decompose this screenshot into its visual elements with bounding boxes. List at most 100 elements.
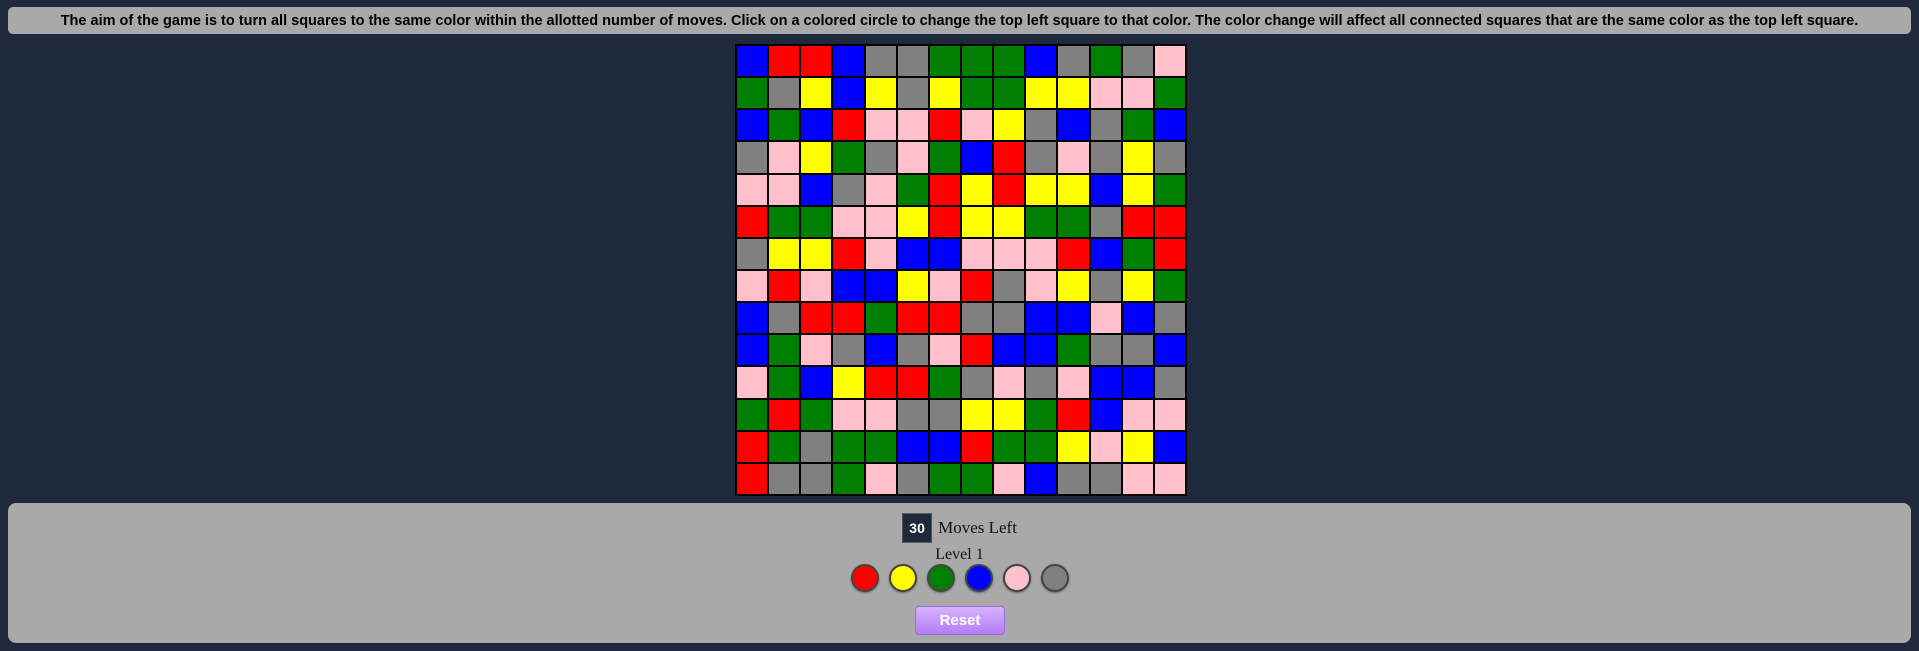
board-cell	[896, 109, 929, 142]
board-cell	[1057, 302, 1090, 335]
board-cell	[1121, 366, 1154, 399]
board-cell	[1121, 237, 1154, 270]
board-cell	[960, 430, 994, 463]
board-cell	[993, 205, 1026, 238]
board-cell	[1089, 237, 1122, 270]
board-cell	[896, 269, 929, 303]
board-cell	[864, 237, 897, 270]
board-cell	[800, 205, 833, 238]
board-cell	[928, 77, 961, 110]
board-cell	[928, 269, 961, 303]
board-cell	[832, 237, 865, 270]
board-cell	[1121, 45, 1154, 78]
board-cell	[960, 462, 994, 495]
board-cell	[993, 109, 1026, 142]
board-cell	[1153, 141, 1186, 174]
board-cell	[1121, 430, 1154, 463]
board-cell	[736, 173, 769, 206]
board-cell	[993, 237, 1026, 270]
board-cell	[832, 45, 865, 78]
board-cell	[896, 334, 929, 367]
board-cell	[1089, 269, 1122, 303]
board-cell	[1025, 430, 1058, 463]
board-cell	[993, 173, 1026, 206]
board-cell	[832, 366, 865, 399]
board-cell	[928, 173, 961, 206]
board-cell	[864, 77, 897, 110]
board-cell	[1057, 173, 1090, 206]
board-cell	[864, 205, 897, 238]
board-cell	[896, 205, 929, 238]
board-cell	[1025, 45, 1058, 78]
board-cell	[736, 237, 769, 270]
board-cell	[1153, 173, 1186, 206]
board-cell	[896, 141, 929, 174]
board-cell	[928, 462, 961, 495]
board-cell	[960, 77, 994, 110]
board-cell	[832, 269, 865, 303]
board-cell	[1089, 45, 1122, 78]
board-cell	[1025, 334, 1058, 367]
board-cell	[768, 398, 801, 431]
board-cell	[736, 334, 769, 367]
board-cell	[928, 302, 961, 335]
instructions-text: The aim of the game is to turn all squar…	[60, 12, 1859, 29]
board-cell	[768, 77, 801, 110]
moves-label: Moves Left	[938, 518, 1017, 537]
board-cell	[736, 462, 769, 495]
color-button-pink[interactable]	[1002, 564, 1031, 592]
board-cell	[993, 77, 1026, 110]
board-cell	[1057, 205, 1090, 238]
board-cell	[736, 269, 769, 303]
board-cell	[928, 45, 961, 78]
board-cell	[864, 398, 897, 431]
board-cell	[768, 237, 801, 270]
board-cell	[1089, 141, 1122, 174]
board-cell	[960, 334, 994, 367]
board-cell	[800, 77, 833, 110]
board-cell	[896, 237, 929, 270]
board-cell	[1121, 462, 1154, 495]
board-cell	[1089, 77, 1122, 110]
board-cell	[1089, 398, 1122, 431]
color-button-green[interactable]	[926, 564, 955, 592]
board-cell	[993, 45, 1026, 78]
board-cell	[832, 302, 865, 335]
color-button-blue[interactable]	[964, 564, 993, 592]
board-cell	[1153, 334, 1186, 367]
board-cell	[832, 462, 865, 495]
color-button-red[interactable]	[850, 564, 879, 592]
board-cell	[768, 173, 801, 206]
board-cell	[896, 430, 929, 463]
board-cell	[800, 173, 833, 206]
reset-button[interactable]: Reset	[915, 606, 1005, 635]
board-cell	[896, 462, 929, 495]
board-cell	[864, 173, 897, 206]
board-cell	[800, 334, 833, 367]
board-cell	[1025, 205, 1058, 238]
board-cell	[768, 462, 801, 495]
board-cell	[993, 366, 1026, 399]
board-cell	[736, 77, 769, 110]
board-cell	[800, 109, 833, 142]
board-cell	[864, 462, 897, 495]
board-cell	[832, 141, 865, 174]
board-cell	[800, 141, 833, 174]
board-cell	[1089, 302, 1122, 335]
board-cell	[928, 237, 961, 270]
board-cell	[768, 141, 801, 174]
board-cell	[1153, 45, 1186, 78]
board-cell	[736, 398, 769, 431]
board-cell	[800, 462, 833, 495]
board-cell	[864, 302, 897, 335]
board-cell	[1057, 269, 1090, 303]
board-cell	[736, 366, 769, 399]
board-cell	[1121, 173, 1154, 206]
color-button-gray[interactable]	[1040, 564, 1069, 592]
color-button-yellow[interactable]	[888, 564, 917, 592]
board-cell	[1153, 302, 1186, 335]
game-board	[735, 44, 1187, 496]
board-cell	[800, 45, 833, 78]
board-cell	[736, 45, 769, 78]
board-cell	[864, 366, 897, 399]
